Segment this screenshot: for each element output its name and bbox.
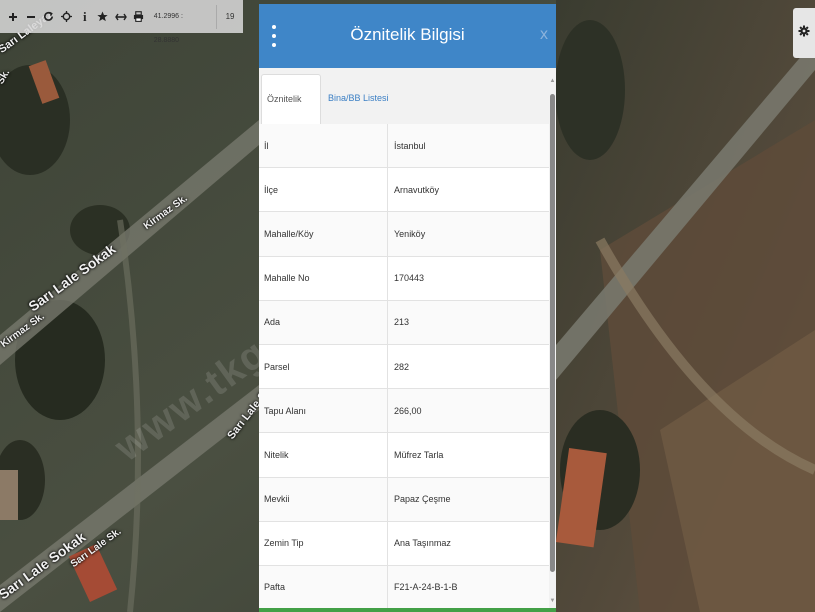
scroll-thumb[interactable] — [550, 94, 555, 572]
row-key: Ada — [259, 300, 388, 344]
row-value: Müfrez Tarla — [394, 449, 444, 460]
table-row: Mahalle/Köy Yeniköy — [259, 212, 549, 257]
measure-icon[interactable] — [112, 5, 130, 29]
row-key: Parsel — [259, 344, 388, 389]
table-row: Nitelik Müfrez Tarla — [259, 433, 549, 478]
tab-attribute-info[interactable]: Öznitelik Bilgisi — [261, 74, 321, 152]
gear-icon — [798, 24, 810, 42]
row-value: Papaz Çeşme — [394, 494, 451, 505]
star-icon[interactable] — [94, 5, 112, 29]
table-row: Zemin Tip Ana Taşınmaz — [259, 521, 549, 566]
map-toolbar: i 41.2996 : 28.8880 19 — [0, 0, 243, 44]
tab-building-list[interactable]: Bina/BB Listesi — [323, 74, 394, 124]
table-row: İlçe Arnavutköy — [259, 168, 549, 213]
row-value: F21-A-24-B-1-B — [394, 582, 458, 593]
row-value: Ana Taşınmaz — [394, 538, 451, 549]
attribute-table: İl İstanbul İlçe Arnavutköy Mahalle/Köy Yen… — [259, 124, 549, 611]
row-value: Arnavutköy — [394, 184, 440, 195]
zoom-level: 19 — [225, 11, 235, 21]
attribute-panel: Öznitelik Bilgisi x Öznitelik Bilgisi Bi… — [259, 4, 556, 612]
close-button[interactable]: x — [540, 26, 548, 44]
row-key: Tapu Alanı — [259, 389, 388, 433]
print-icon[interactable] — [130, 5, 148, 29]
info-icon[interactable]: i — [76, 5, 94, 29]
coordinate-readout: 41.2996 : 28.8880 — [154, 4, 218, 44]
row-key: Pafta — [259, 565, 388, 610]
panel-footer-bar — [259, 608, 556, 612]
scroll-down-icon[interactable]: ▼ — [549, 596, 556, 606]
row-value: 282 — [394, 361, 410, 372]
row-value: 213 — [394, 317, 410, 328]
zoom-in-icon[interactable] — [4, 5, 22, 29]
row-value: 170443 — [394, 273, 425, 284]
table-row: Tapu Alanı 266,00 — [259, 389, 549, 434]
panel-scrollbar[interactable]: ▲ ▼ — [549, 68, 556, 608]
row-key: Nitelik — [259, 433, 388, 477]
row-value: Yeniköy — [394, 228, 426, 239]
table-row: Mevkii Papaz Çeşme — [259, 477, 549, 522]
zoom-out-icon[interactable] — [22, 5, 40, 29]
row-key: İlçe — [259, 168, 388, 212]
row-value: 266,00 — [394, 405, 422, 416]
table-row: İl İstanbul — [259, 124, 549, 169]
row-value: İstanbul — [394, 140, 426, 151]
panel-tabs: Öznitelik Bilgisi Bina/BB Listesi — [259, 68, 548, 152]
row-key: Zemin Tip — [259, 521, 388, 565]
table-row: Parsel 282 — [259, 344, 549, 390]
scroll-up-icon[interactable]: ▲ — [549, 76, 556, 86]
settings-button[interactable] — [793, 8, 815, 58]
panel-header: Öznitelik Bilgisi x — [259, 4, 556, 68]
row-key: İl — [259, 124, 388, 168]
table-row: Ada 213 — [259, 300, 549, 345]
refresh-icon[interactable] — [40, 5, 58, 29]
table-row: Pafta F21-A-24-B-1-B — [259, 565, 549, 611]
row-key: Mahalle/Köy — [259, 212, 388, 256]
row-key: Mevkii — [259, 477, 388, 521]
row-key: Mahalle No — [259, 256, 388, 300]
locate-icon[interactable] — [58, 5, 76, 29]
table-row: Mahalle No 170443 — [259, 256, 549, 301]
panel-title: Öznitelik Bilgisi — [350, 25, 465, 44]
